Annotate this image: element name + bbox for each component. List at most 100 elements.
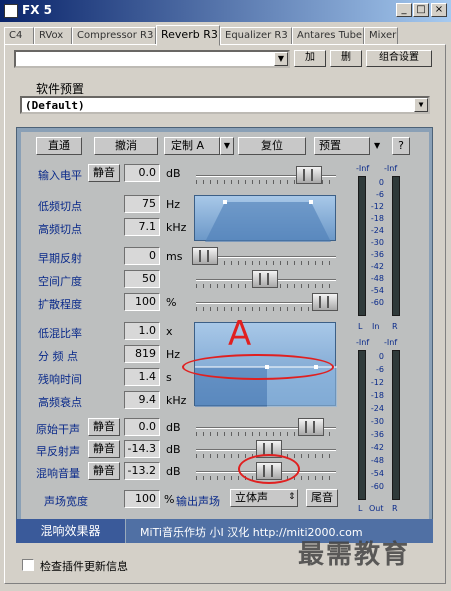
meter-in-r-label: R xyxy=(392,322,398,331)
plugin-tabs: C4 RVox Compressor R3 Reverb R3 Equalize… xyxy=(4,25,450,46)
help-button[interactable]: ? xyxy=(392,137,410,155)
close-button[interactable]: × xyxy=(431,3,447,17)
annotation-letter: A xyxy=(228,314,252,354)
chevron-down-icon[interactable]: ▼ xyxy=(220,137,234,155)
er-mute-button[interactable]: 静音 xyxy=(88,440,120,458)
meter-out-left-peak: -Inf xyxy=(356,338,370,347)
tab-c4[interactable]: C4 xyxy=(4,27,34,45)
input-mute-button[interactable]: 静音 xyxy=(88,164,120,182)
high-cut-unit: kHz xyxy=(166,221,187,234)
meter-out-right xyxy=(392,350,400,500)
diffusion-label: 扩散程度 xyxy=(38,298,82,311)
damping-value[interactable]: 9.4 xyxy=(124,391,160,409)
early-value[interactable]: 0 xyxy=(124,247,160,265)
meter-in-label: In xyxy=(372,322,380,331)
output-label: 输出声场 xyxy=(176,495,220,508)
er-label: 早反射声 xyxy=(36,445,80,458)
eq-display[interactable] xyxy=(194,195,336,242)
meter-in-right-peak: -Inf xyxy=(384,164,398,173)
preset-label: 软件预置 xyxy=(36,82,85,96)
chain-select[interactable]: ▼ xyxy=(14,50,290,68)
preset-value: (Default) xyxy=(25,99,85,112)
low-ratio-unit: x xyxy=(166,325,173,338)
width-unit: % xyxy=(164,493,175,506)
reverb-level-label: 混响音量 xyxy=(36,467,80,480)
window-title: FX 5 xyxy=(22,3,52,17)
plugin-name: 混响效果器 xyxy=(16,519,126,543)
meter-in-l-label: L xyxy=(358,322,363,331)
low-cut-label: 低频切点 xyxy=(38,200,82,213)
high-cut-value[interactable]: 7.1 xyxy=(124,218,160,236)
tab-antares-tube[interactable]: Antares Tube xyxy=(292,27,364,45)
app-icon xyxy=(4,4,18,18)
remove-button[interactable]: 删 xyxy=(330,50,362,67)
width-label: 声场宽度 xyxy=(44,495,88,508)
early-label: 早期反射 xyxy=(38,252,82,265)
high-cut-label: 高频切点 xyxy=(38,223,82,236)
tab-reverb[interactable]: Reverb R3 xyxy=(156,25,220,46)
meter-out-l-label: L xyxy=(358,504,363,513)
diffusion-slider-thumb[interactable] xyxy=(312,293,338,311)
chevron-down-icon: ▼ xyxy=(374,141,381,150)
space-value[interactable]: 50 xyxy=(124,270,160,288)
reverb-level-value[interactable]: -13.2 xyxy=(124,462,160,480)
er-unit: dB xyxy=(166,443,181,456)
chevron-down-icon: ▼ xyxy=(274,52,288,66)
space-slider-thumb[interactable] xyxy=(252,270,278,288)
config-button[interactable]: 组合设置 xyxy=(366,50,432,67)
minimize-button[interactable]: _ xyxy=(396,3,412,17)
dry-value[interactable]: 0.0 xyxy=(124,418,160,436)
meter-out-right-peak: -Inf xyxy=(384,338,398,347)
low-cut-value[interactable]: 75 xyxy=(124,195,160,213)
meter-out-r-label: R xyxy=(392,504,398,513)
eq-curve xyxy=(205,200,331,242)
diffusion-unit: % xyxy=(166,296,177,309)
dry-mute-button[interactable]: 静音 xyxy=(88,418,120,436)
low-ratio-value[interactable]: 1.0 xyxy=(124,322,160,340)
reset-button[interactable]: 复位 xyxy=(238,137,306,155)
reverb-level-unit: dB xyxy=(166,465,181,478)
diffusion-value[interactable]: 100 xyxy=(124,293,160,311)
width-value[interactable]: 100 xyxy=(124,490,160,508)
undo-button[interactable]: 撤消 xyxy=(94,137,158,155)
low-ratio-label: 低混比率 xyxy=(38,327,82,340)
crossover-value[interactable]: 819 xyxy=(124,345,160,363)
dry-unit: dB xyxy=(166,421,181,434)
decay-unit: s xyxy=(166,371,172,384)
maximize-button[interactable]: □ xyxy=(413,3,429,17)
meter-out-label: Out xyxy=(369,504,384,513)
preset-menu[interactable]: 预置 xyxy=(314,137,370,155)
decay-label: 残响时间 xyxy=(38,373,82,386)
update-check-checkbox[interactable] xyxy=(22,559,34,571)
update-check-label: 检查插件更新信息 xyxy=(40,560,128,573)
input-unit: dB xyxy=(166,167,181,180)
decay-value[interactable]: 1.4 xyxy=(124,368,160,386)
low-cut-unit: Hz xyxy=(166,198,181,211)
bypass-button[interactable]: 直通 xyxy=(36,137,82,155)
preset-select[interactable]: (Default) ▼ xyxy=(20,96,430,114)
tab-rvox[interactable]: RVox xyxy=(34,27,72,45)
crossover-label: 分 频 点 xyxy=(38,350,78,363)
meter-in-right xyxy=(392,176,400,316)
er-value[interactable]: -14.3 xyxy=(124,440,160,458)
chevron-down-icon: ▼ xyxy=(414,98,428,112)
annotation-ellipse xyxy=(238,454,300,484)
custom-select[interactable]: 定制 A xyxy=(164,137,220,155)
crossover-unit: Hz xyxy=(166,348,181,361)
watermark: 最需教育 xyxy=(298,540,411,570)
tab-compressor[interactable]: Compressor R3 xyxy=(72,27,156,45)
tail-button[interactable]: 尾音 xyxy=(306,489,338,507)
input-slider-thumb[interactable] xyxy=(296,166,322,184)
early-slider-thumb[interactable] xyxy=(192,247,218,265)
title-bar[interactable] xyxy=(0,0,451,22)
space-label: 空间广度 xyxy=(38,275,82,288)
spinner-icon: ⇕ xyxy=(288,492,296,502)
reverb-mute-button[interactable]: 静音 xyxy=(88,462,120,480)
dry-label: 原始干声 xyxy=(36,423,80,436)
add-button[interactable]: 加 xyxy=(294,50,326,67)
tab-mixer[interactable]: Mixer xyxy=(364,27,398,45)
damping-unit: kHz xyxy=(166,394,187,407)
input-level-value[interactable]: 0.0 xyxy=(124,164,160,182)
dry-slider-thumb[interactable] xyxy=(298,418,324,436)
tab-equalizer[interactable]: Equalizer R3 xyxy=(220,27,292,45)
